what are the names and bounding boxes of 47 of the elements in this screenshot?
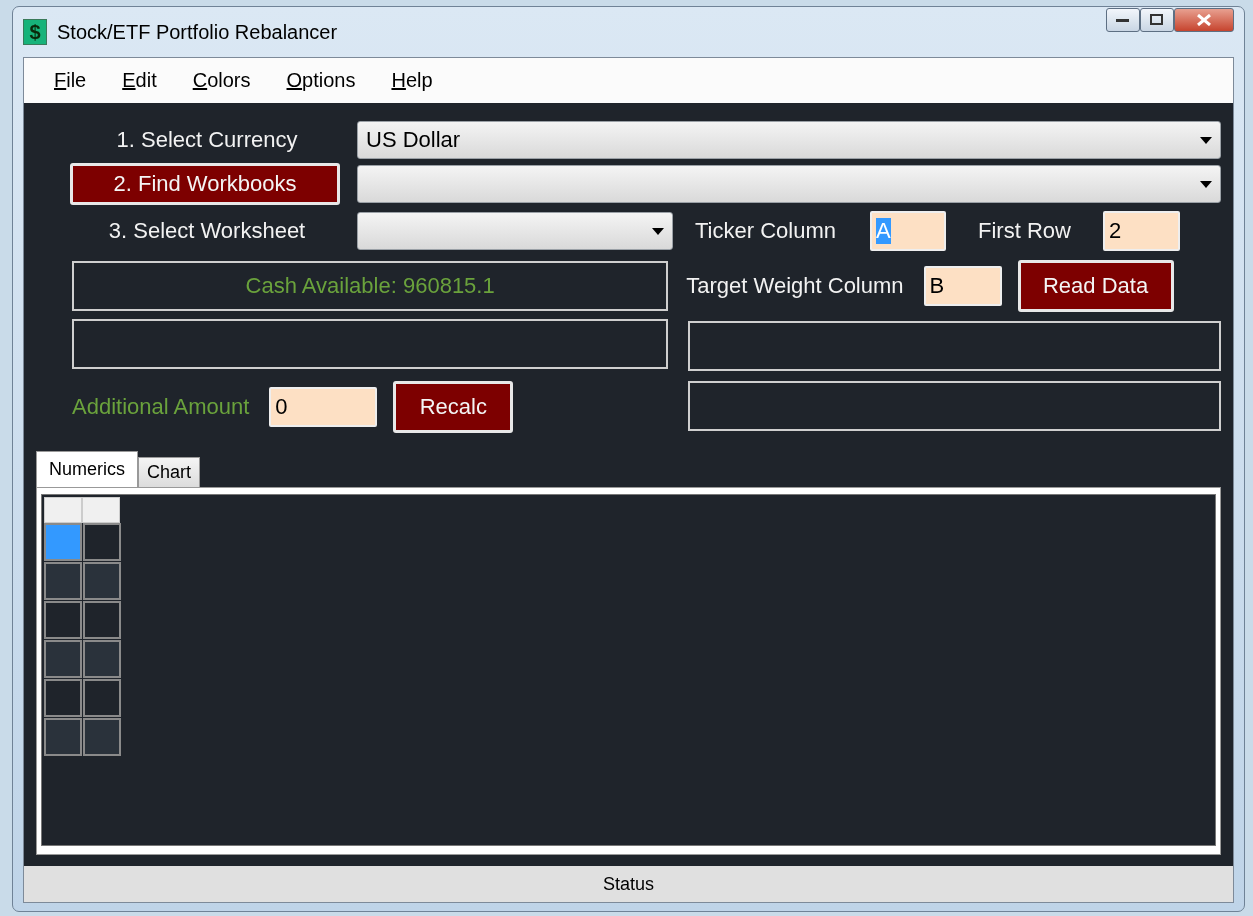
tab[interactable]: Numerics [36,451,138,487]
first-row-field[interactable]: 2 [1102,211,1180,251]
grid-cell[interactable] [44,601,82,639]
target-weight-column-label: Target Weight Column [686,273,904,299]
menu-item[interactable]: Help [381,69,443,92]
grid-cell[interactable] [44,562,82,600]
grid-cell[interactable] [44,679,82,717]
caret-icon [1200,136,1212,144]
minimize-icon [1116,17,1130,23]
minimize-button[interactable] [1106,8,1140,32]
menu-item[interactable]: Edit [112,69,167,92]
grid-cell[interactable] [83,601,121,639]
grid-cell[interactable] [44,718,82,756]
caret-icon [1200,180,1212,188]
tab[interactable]: Chart [138,457,201,487]
recalc-button[interactable]: Recalc [393,381,514,433]
grid-cell[interactable] [83,718,121,756]
close-button[interactable] [1174,8,1234,32]
currency-label: 1. Select Currency [115,127,299,153]
maximize-icon [1150,14,1164,26]
status-bar: Status [24,863,1233,902]
first-row-label: First Row [978,218,1071,244]
read-data-button[interactable]: Read Data [1017,260,1174,312]
find-workbooks-button[interactable]: 2. Find Workbooks [70,163,340,205]
currency-dropdown[interactable]: US Dollar [357,121,1221,159]
window-title: Stock/ETF Portfolio Rebalancer [57,20,338,44]
cash-available-box: Cash Available: 960815.1 [72,261,669,311]
app-icon: $ [23,19,47,45]
menu-item[interactable]: File [44,69,97,92]
menu-item[interactable]: Colors [182,69,261,92]
worksheet-dropdown[interactable] [357,212,673,250]
additional-amount-field[interactable]: 0 [269,387,378,427]
grid-cell[interactable] [83,679,121,717]
additional-amount-label: Additional Amount [72,394,250,420]
target-weight-column-field[interactable]: B [923,266,1002,306]
close-icon [1196,14,1212,26]
workbook-dropdown[interactable] [357,165,1221,203]
maximize-button[interactable] [1140,8,1174,32]
grid-cell[interactable] [44,640,82,678]
grid-cell[interactable] [83,523,121,561]
worksheet-label: 3. Select Worksheet [107,218,307,244]
caret-icon [652,227,664,235]
grid-cell[interactable] [83,562,121,600]
menu-item[interactable]: Options [276,69,366,92]
grid-cell[interactable] [83,640,121,678]
ticker-column-label: Ticker Column [695,218,836,244]
grid-cell[interactable] [44,523,82,561]
